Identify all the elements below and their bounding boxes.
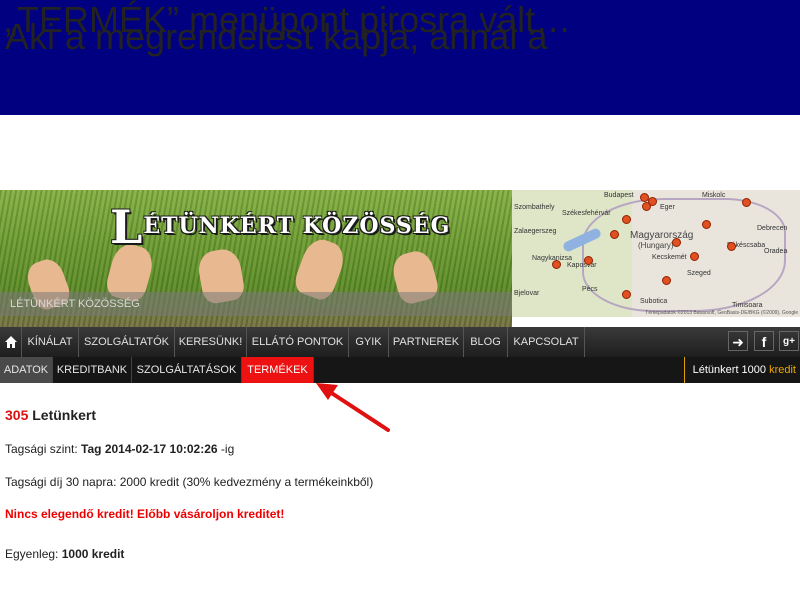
membership-label: Tagsági szint: (5, 442, 78, 456)
map-city: Zalaegerszeg (514, 228, 557, 235)
map-city: Szeged (687, 270, 711, 277)
membership-suffix: -ig (220, 442, 235, 456)
sub-nav: ADATOK KREDITBANK SZOLGÁLTATÁSOK TERMÉKE… (0, 357, 800, 383)
credit-balance-badge: Létünkert 1000 kredit (683, 357, 800, 383)
banner-photo: LÉTÜNKÉRT KÖZÖSSÉG LÉTÜNKÉRT KÖZÖSSÉG (0, 190, 512, 327)
google-plus-icon[interactable]: g+ (779, 331, 799, 351)
nav-item-kereseunk[interactable]: KERESÜNK! (175, 327, 247, 357)
map-marker[interactable] (622, 290, 631, 299)
map-marker[interactable] (690, 252, 699, 261)
user-number: 305 (5, 407, 29, 423)
credit-label: Létünkert 1000 (692, 364, 767, 376)
website-screenshot: LÉTÜNKÉRT KÖZÖSSÉG LÉTÜNKÉRT KÖZÖSSÉG Ma… (0, 190, 800, 600)
site-banner: LÉTÜNKÉRT KÖZÖSSÉG LÉTÜNKÉRT KÖZÖSSÉG Ma… (0, 190, 800, 327)
map-marker[interactable] (727, 242, 736, 251)
map-marker[interactable] (672, 238, 681, 247)
map-city: Eger (660, 204, 675, 211)
map-city: Pécs (582, 286, 598, 293)
facebook-icon[interactable]: f (754, 331, 774, 351)
site-logo[interactable]: LÉTÜNKÉRT KÖZÖSSÉG (110, 200, 450, 254)
map-city: Timisoara (732, 302, 763, 309)
tab-termekek[interactable]: TERMÉKEK (242, 357, 314, 383)
membership-line: Tagsági szint: Tag 2014-02-17 10:02:26 -… (5, 442, 234, 456)
map-marker[interactable] (742, 198, 751, 207)
tab-kreditbank[interactable]: KREDITBANK (53, 357, 132, 383)
logout-icon[interactable]: ➜ (728, 331, 748, 351)
home-icon (5, 336, 17, 348)
tab-szolgaltatasok[interactable]: SZOLGÁLTATÁSOK (132, 357, 242, 383)
nav-item-szolgaltatok[interactable]: SZOLGÁLTATÓK (79, 327, 175, 357)
map-marker[interactable] (642, 202, 651, 211)
account-content: 305 Letünkert Tagsági szint: Tag 2014-02… (0, 383, 800, 600)
map-city: Kecskemét (652, 254, 687, 261)
map-city: Szombathely (514, 204, 555, 211)
banner-caption: LÉTÜNKÉRT KÖZÖSSÉG (0, 292, 512, 316)
slide-title-line2: „TERMÉK” menüpont pirosra vált… (5, 0, 572, 40)
nav-item-gyik[interactable]: GYIK (349, 327, 389, 357)
balance-value: 1000 kredit (61, 547, 125, 561)
nav-item-kapcsolat[interactable]: KAPCSOLAT (508, 327, 585, 357)
logo-text: ÉTÜNKÉRT KÖZÖSSÉG (143, 213, 451, 239)
map-city: Székesfehérvár (562, 210, 611, 217)
map-marker[interactable] (584, 256, 593, 265)
map-country-sublabel: (Hungary) (638, 241, 674, 250)
map-city: Oradea (764, 248, 788, 255)
balance-line: Egyenleg: 1000 kredit (5, 547, 124, 561)
user-name: Letünkert (32, 407, 97, 423)
map-city: Bjelovar (514, 290, 540, 297)
map-country-label: Magyarország (630, 230, 694, 241)
map-attribution: Térképadatok ©2013 Basarsoft, GeoBasis-D… (645, 310, 798, 316)
user-heading: 305 Letünkert (5, 407, 96, 423)
map-marker[interactable] (622, 215, 631, 224)
map-city: Debrecen (757, 225, 788, 232)
map-city: Miskolc (702, 192, 726, 199)
slide-title: Aki a megrendelést kapja, annál a „TERMÉ… (0, 0, 800, 115)
fee-line: Tagsági díj 30 napra: 2000 kredit (30% k… (5, 475, 374, 489)
logo-initial: L (110, 200, 144, 254)
nav-item-blog[interactable]: BLOG (464, 327, 508, 357)
nav-item-ellato-pontok[interactable]: ELLÁTÓ PONTOK (247, 327, 349, 357)
nav-item-partnerek[interactable]: PARTNEREK (389, 327, 464, 357)
warning-message: Nincs elegendő kredit! Előbb vásároljon … (5, 507, 285, 521)
credit-unit: kredit (769, 364, 796, 376)
map-marker[interactable] (610, 230, 619, 239)
nav-item-kinalat[interactable]: KÍNÁLAT (22, 327, 79, 357)
map-city: Budapest (604, 192, 634, 199)
map-marker[interactable] (552, 260, 561, 269)
tab-adatok[interactable]: ADATOK (0, 357, 53, 383)
map-marker[interactable] (702, 220, 711, 229)
map-marker[interactable] (662, 276, 671, 285)
nav-home[interactable] (0, 327, 22, 357)
map-city: Subotica (640, 298, 668, 305)
main-nav: KÍNÁLAT SZOLGÁLTATÓK KERESÜNK! ELLÁTÓ PO… (0, 327, 800, 357)
balance-label: Egyenleg: (5, 547, 59, 561)
map-widget[interactable]: Magyarország (Hungary) Budapest Szombath… (512, 190, 800, 317)
membership-value: Tag 2014-02-17 10:02:26 (81, 442, 218, 456)
